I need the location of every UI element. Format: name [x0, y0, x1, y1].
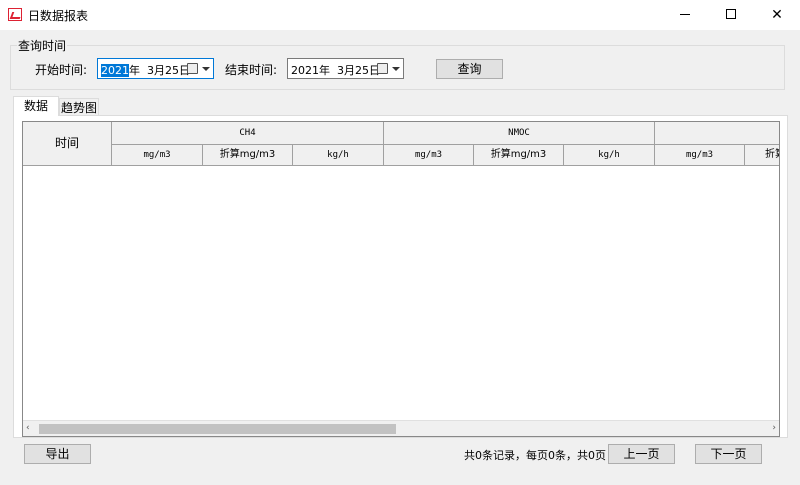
start-date-value: 2021年 3月25日 [101, 64, 190, 77]
column-header-3-mgm3[interactable]: mg/m3 [655, 145, 745, 166]
export-button[interactable]: 导出 [24, 444, 91, 464]
column-group-ch4[interactable]: CH4 [112, 122, 384, 145]
minimize-icon [680, 14, 690, 15]
tab-trend[interactable]: 趋势图 [59, 98, 99, 116]
column-header-ch4-mgm3[interactable]: mg/m3 [112, 145, 203, 166]
column-group-3[interactable] [655, 122, 779, 145]
column-header-3-converted[interactable]: 折算 [745, 145, 779, 166]
calendar-icon [187, 63, 198, 74]
column-group-nmoc[interactable]: NMOC [384, 122, 655, 145]
chevron-down-icon [392, 67, 400, 71]
data-grid[interactable]: 时间 CH4 mg/m3 折算mg/m3 kg/h NMOC mg/m3 折算m… [22, 121, 780, 437]
chevron-down-icon [202, 67, 210, 71]
end-date-picker[interactable]: 2021年 3月25日 [287, 58, 404, 79]
end-time-label: 结束时间: [225, 63, 278, 77]
scroll-left-icon[interactable]: ‹ [26, 423, 30, 433]
tab-data[interactable]: 数据 [13, 96, 59, 116]
maximize-button[interactable] [708, 0, 754, 30]
pager-status-text: 共0条记录，每页0条，共0页 [464, 449, 606, 462]
next-page-button[interactable]: 下一页 [695, 444, 762, 464]
column-header-time[interactable]: 时间 [23, 122, 112, 166]
query-button[interactable]: 查询 [436, 59, 503, 79]
close-button[interactable]: ✕ [754, 0, 800, 30]
close-icon: ✕ [771, 7, 783, 23]
horizontal-scrollbar[interactable]: ‹ › [23, 420, 779, 436]
column-header-nmoc-kgh[interactable]: kg/h [564, 145, 655, 166]
column-header-nmoc-mgm3[interactable]: mg/m3 [384, 145, 474, 166]
scroll-right-icon[interactable]: › [772, 423, 776, 433]
window-title: 日数据报表 [28, 9, 89, 23]
minimize-button[interactable] [662, 0, 708, 30]
previous-page-button[interactable]: 上一页 [608, 444, 675, 464]
maximize-icon [726, 9, 736, 19]
column-header-ch4-kgh[interactable]: kg/h [293, 145, 384, 166]
scrollbar-thumb[interactable] [39, 424, 396, 434]
start-time-label: 开始时间: [35, 63, 88, 77]
start-date-picker[interactable]: 2021年 3月25日 [97, 58, 214, 79]
column-header-nmoc-converted[interactable]: 折算mg/m3 [474, 145, 564, 166]
column-header-ch4-converted[interactable]: 折算mg/m3 [203, 145, 293, 166]
calendar-icon [377, 63, 388, 74]
query-group-title: 查询时间 [17, 37, 68, 54]
end-date-value: 2021年 3月25日 [291, 64, 380, 77]
title-bar: 日数据报表 ✕ [0, 0, 800, 30]
chart-app-icon [8, 8, 22, 21]
